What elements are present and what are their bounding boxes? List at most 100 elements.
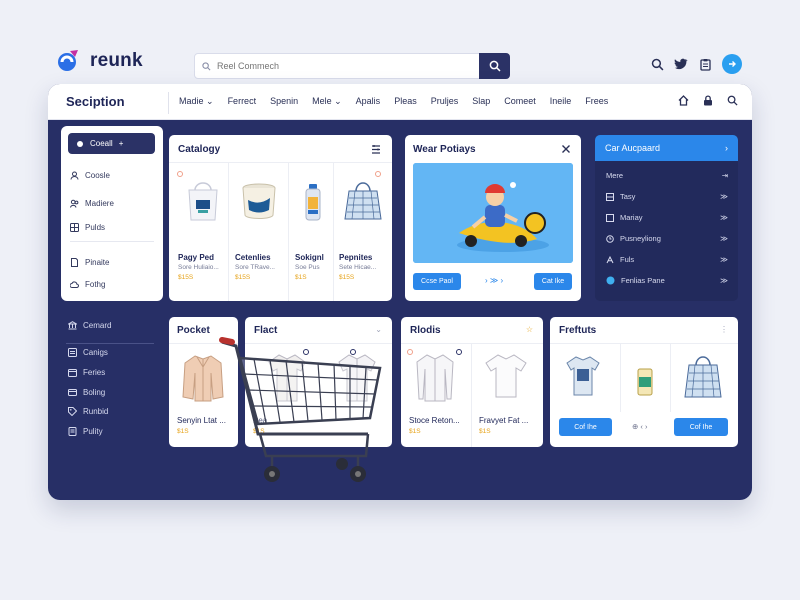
globe-icon: [606, 276, 615, 285]
sidebar-item-pulity[interactable]: Pulity: [68, 427, 103, 436]
product-price: $15S: [339, 274, 355, 281]
search-button[interactable]: [479, 53, 510, 79]
search-input[interactable]: [217, 61, 479, 71]
star-icon[interactable]: ☆: [526, 325, 533, 334]
product-jar-image: [637, 368, 653, 396]
sidebar-card: Coeall + Coosle Madiere Pulds Pinaite Fo…: [61, 126, 163, 301]
nav-links: Madie ⌄ Ferrect Spenin Mele ⌄ Apalis Ple…: [179, 96, 608, 107]
top-bar: reunk: [0, 0, 800, 84]
list-icon: [68, 348, 77, 357]
item-label: Tasy: [620, 192, 636, 201]
sidebar-divider: [66, 343, 154, 344]
nav-link-pleas[interactable]: Pleas: [394, 96, 417, 107]
nav-link-frees[interactable]: Frees: [585, 96, 608, 107]
nav-link-spenin[interactable]: Spenin: [270, 96, 298, 107]
nav-link-ferrect[interactable]: Ferrect: [228, 96, 257, 107]
nav-link-mele[interactable]: Mele ⌄: [312, 96, 342, 107]
item-action: ≫: [720, 234, 728, 243]
sidebar-primary-button[interactable]: Coeall +: [68, 133, 155, 154]
cell-divider: [288, 163, 289, 301]
right-panel: Car Aucpaard › Mere ⇥ Tasy ≫ Mariay ≫ Pu…: [595, 135, 738, 301]
right-panel-item-mariay[interactable]: Mariay ≫: [606, 213, 728, 222]
item-label: Fuls: [620, 255, 635, 264]
nav-link-apalis[interactable]: Apalis: [356, 96, 381, 107]
freftuts-card: Freftuts ⋮ Cof Ihe ⊕ ‹ › Cof Ihe: [550, 317, 738, 447]
sidebar-primary-label: Coeall: [90, 139, 113, 148]
sidebar-item-label: Madiere: [85, 199, 114, 208]
right-panel-item-mere[interactable]: Mere ⇥: [606, 171, 728, 180]
filter-icon[interactable]: [371, 145, 381, 154]
search-icon[interactable]: [727, 95, 738, 106]
clipboard-icon[interactable]: [698, 57, 712, 71]
sidebar-item-pulds[interactable]: Pulds: [70, 223, 105, 232]
item-action: ≫: [720, 192, 728, 201]
catalog-card: Catalogy Pagy Ped Sore Huliaio... $15S C…: [169, 135, 392, 301]
right-panel-item-tasy[interactable]: Tasy ≫: [606, 192, 728, 201]
sidebar-item-runbid[interactable]: Runbid: [68, 407, 108, 416]
freftuts-right-button[interactable]: Cof Ihe: [674, 418, 728, 436]
twitter-icon[interactable]: [674, 57, 688, 71]
favorite-icon[interactable]: [407, 349, 413, 355]
right-panel-item-pusneyliong[interactable]: Pusneyliong ≫: [606, 234, 728, 243]
bank-icon: [68, 321, 77, 330]
cell-divider: [333, 163, 334, 301]
nav-link-ineile[interactable]: Ineile: [550, 96, 572, 107]
right-panel-header[interactable]: Car Aucpaard ›: [595, 135, 738, 161]
catalog-product-2-info: Cetenlies Sore TRave... $15S: [235, 253, 275, 281]
brand-logo[interactable]: reunk: [56, 48, 143, 74]
catalog-title: Catalogy: [178, 144, 221, 155]
sidebar-item-boling[interactable]: Boling: [68, 388, 105, 397]
lock-icon[interactable]: [703, 95, 713, 106]
favorite-icon[interactable]: [177, 171, 183, 177]
feature-pager[interactable]: › ≫ ›: [485, 276, 503, 285]
chevron-down-icon[interactable]: ⌄: [375, 325, 382, 334]
favorite-icon[interactable]: [375, 171, 381, 177]
right-panel-item-fuls[interactable]: Fuls ≫: [606, 255, 728, 264]
sidebar-item-canigs[interactable]: Canigs: [68, 348, 108, 357]
item-action: ≫: [720, 255, 728, 264]
freftuts-left-button[interactable]: Cof Ihe: [559, 418, 612, 436]
item-action: ≫: [720, 213, 728, 222]
user-avatar[interactable]: [722, 54, 742, 74]
product-shirt-image: [416, 354, 454, 402]
nav-link-madie[interactable]: Madie ⌄: [179, 96, 214, 107]
freftuts-pager[interactable]: ⊕ ‹ ›: [632, 422, 647, 431]
search-icon[interactable]: [650, 57, 664, 71]
close-icon[interactable]: [561, 144, 571, 154]
product-subtitle: Sete Hicae...: [339, 264, 377, 271]
sidebar-item-label: Pulds: [85, 223, 106, 232]
product-tub-image: [242, 183, 276, 219]
product-subtitle: Soe Pus: [295, 264, 320, 271]
plus-icon: +: [118, 139, 124, 148]
product-net-bag-image: [344, 182, 382, 220]
product-name: Cetenlies: [235, 253, 271, 262]
product-price: $15S: [178, 274, 194, 281]
home-icon[interactable]: [678, 95, 689, 106]
calendar-icon: [68, 369, 77, 377]
product-bottle-image: [305, 184, 321, 221]
favorite-icon[interactable]: [456, 349, 462, 355]
feature-right-button[interactable]: Cat Ike: [534, 273, 572, 290]
cell-divider: [471, 344, 472, 447]
sidebar-divider: [70, 241, 154, 242]
product-printed-tshirt-image: [566, 356, 600, 396]
nav-link-pruljes[interactable]: Pruljes: [431, 96, 459, 107]
sidebar-item-coosle[interactable]: Coosle: [70, 171, 110, 180]
sidebar-item-label: Runbid: [83, 407, 109, 416]
sidebar-item-fothg[interactable]: Fothg: [70, 280, 105, 289]
nav-link-slap[interactable]: Slap: [472, 96, 490, 107]
nav-link-comeet[interactable]: Comeet: [504, 96, 536, 107]
sidebar-item-madiere[interactable]: Madiere: [70, 199, 114, 208]
product-price: $1S: [409, 428, 421, 435]
box-icon: [606, 213, 614, 222]
nav-icons: [678, 95, 738, 106]
sidebar-item-label: Pulity: [83, 427, 103, 436]
right-panel-item-fenlias-pane[interactable]: Fenlias Pane ≫: [606, 276, 728, 285]
more-icon[interactable]: ⋮: [720, 325, 728, 334]
sidebar-item-cemard[interactable]: Cemard: [68, 321, 111, 330]
sidebar-item-feries[interactable]: Feries: [68, 368, 105, 377]
feature-left-button[interactable]: Ccse Paol: [413, 273, 461, 290]
sidebar-item-pinaite[interactable]: Pinaite: [70, 258, 109, 267]
search-icon: [489, 60, 501, 72]
rlodis-card: Rlodis ☆ Stoce Reton... $1S Fravyet Fat …: [401, 317, 543, 447]
